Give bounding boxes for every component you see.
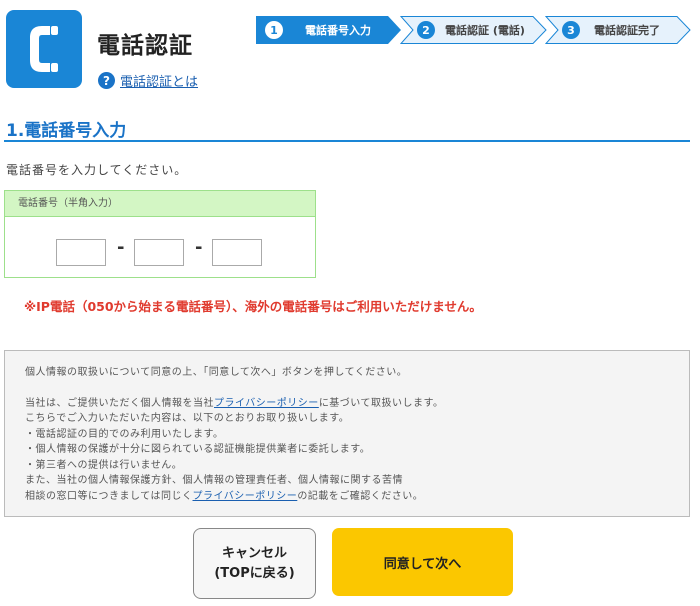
phone-field-2[interactable]	[134, 239, 184, 266]
instruction-text: 電話番号を入力してください。	[6, 163, 188, 177]
phone-separator: -	[117, 237, 125, 258]
section-title: 1.電話番号入力	[6, 121, 127, 141]
privacy-line-3: また、当社の個人情報保護方針、個人情報の管理責任者、個人情報に関する苦情	[25, 475, 403, 486]
privacy-intro: 個人情報の取扱いについて同意の上、「同意して次へ」ボタンを押してください。	[25, 367, 408, 378]
step-2: 2 電話認証 (電話)	[400, 16, 547, 44]
privacy-notice: 個人情報の取扱いについて同意の上、「同意して次へ」ボタンを押してください。 当社…	[4, 350, 690, 517]
step-1: 1 電話番号入力	[256, 16, 402, 44]
phone-field-1[interactable]	[56, 239, 106, 266]
help-link-text[interactable]: 電話認証とは	[120, 71, 198, 90]
privacy-policy-link[interactable]: プライバシーポリシー	[214, 398, 319, 409]
privacy-policy-link[interactable]: プライバシーポリシー	[193, 491, 298, 502]
cancel-label: キャンセル	[221, 545, 287, 561]
step-3: 3 電話認証完了	[545, 16, 691, 44]
privacy-bullet-1: ・電話認証の目的でのみ利用いたします。	[25, 428, 224, 440]
phone-field-3[interactable]	[212, 239, 262, 266]
privacy-line-1: 当社は、ご提供いただく個人情報を当社プライバシーポリシーに基づいて取扱いします。	[25, 397, 444, 409]
step-number: 2	[417, 21, 435, 39]
privacy-bullet-3: ・第三者への提供は行いません。	[25, 459, 183, 471]
phone-fields: - -	[5, 217, 315, 277]
step-label: 電話認証 (電話)	[445, 24, 525, 37]
step-label: 電話認証完了	[594, 24, 660, 37]
privacy-line-4: 相談の窓口等につきましては同じくプライバシーポリシーの記載をご確認ください。	[25, 490, 424, 502]
phone-form-label: 電話番号（半角入力）	[5, 191, 315, 217]
agree-next-button[interactable]: 同意して次へ	[332, 528, 513, 596]
ip-phone-warning: ※IP電話（050から始まる電話番号）、海外の電話番号はご利用いただけません。	[24, 299, 482, 314]
page-title: 電話認証	[97, 33, 193, 59]
section-divider	[4, 140, 690, 142]
privacy-bullet-2: ・個人情報の保護が十分に図られている認証機能提供業者に委託します。	[25, 444, 371, 455]
step-number: 1	[265, 21, 283, 39]
step-number: 3	[562, 21, 580, 39]
phone-separator: -	[195, 237, 203, 258]
phone-number-form: 電話番号（半角入力） - -	[4, 190, 316, 278]
cancel-button[interactable]: キャンセル (TOPに戻る)	[193, 528, 316, 599]
phone-handset-icon	[6, 10, 82, 88]
help-link[interactable]: ? 電話認証とは	[98, 71, 198, 90]
question-icon: ?	[98, 72, 115, 89]
privacy-line-2: こちらでご入力いただいた内容は、以下のとおりお取り扱いします。	[25, 413, 350, 424]
step-label: 電話番号入力	[305, 24, 371, 37]
cancel-sublabel: (TOPに戻る)	[214, 565, 295, 581]
